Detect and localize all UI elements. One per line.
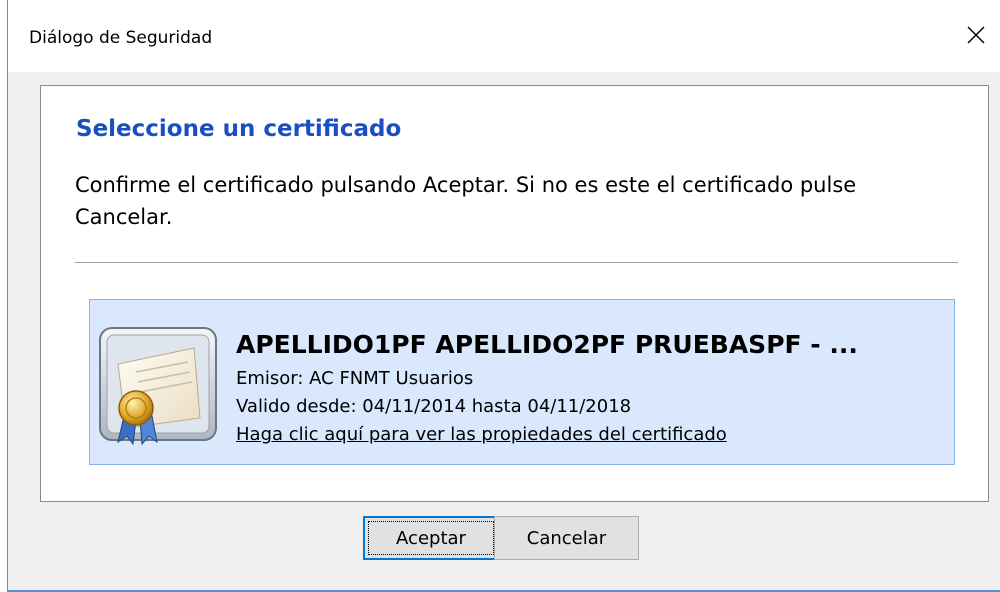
- certificate-properties-link[interactable]: Haga clic aquí para ver las propiedades …: [236, 424, 727, 445]
- cancel-button-label: Cancelar: [526, 527, 607, 549]
- certificate-validity: Valido desde: 04/11/2014 hasta 04/11/201…: [236, 396, 632, 417]
- certificate-issuer: Emisor: AC FNMT Usuarios: [236, 368, 474, 389]
- separator: [75, 262, 958, 263]
- dialog-title: Diálogo de Seguridad: [29, 28, 213, 48]
- instruction-text: Confirme el certificado pulsando Aceptar…: [75, 173, 857, 229]
- title-bar: Diálogo de Seguridad: [8, 0, 1000, 72]
- certificate-name: APELLIDO1PF APELLIDO2PF PRUEBASPF - ...: [236, 330, 858, 359]
- section-heading: Seleccione un certificado: [76, 116, 402, 142]
- certificate-icon: [99, 327, 217, 446]
- content-panel: Seleccione un certificado Confirme el ce…: [40, 85, 989, 502]
- security-dialog: Diálogo de Seguridad Seleccione un certi…: [7, 0, 1000, 592]
- cancel-button[interactable]: Cancelar: [494, 516, 639, 560]
- accept-button-label: Aceptar: [396, 527, 466, 549]
- close-button[interactable]: [952, 14, 1000, 56]
- close-icon: [967, 26, 985, 44]
- certificate-item[interactable]: APELLIDO1PF APELLIDO2PF PRUEBASPF - ... …: [89, 299, 955, 465]
- accept-button[interactable]: Aceptar: [363, 516, 499, 560]
